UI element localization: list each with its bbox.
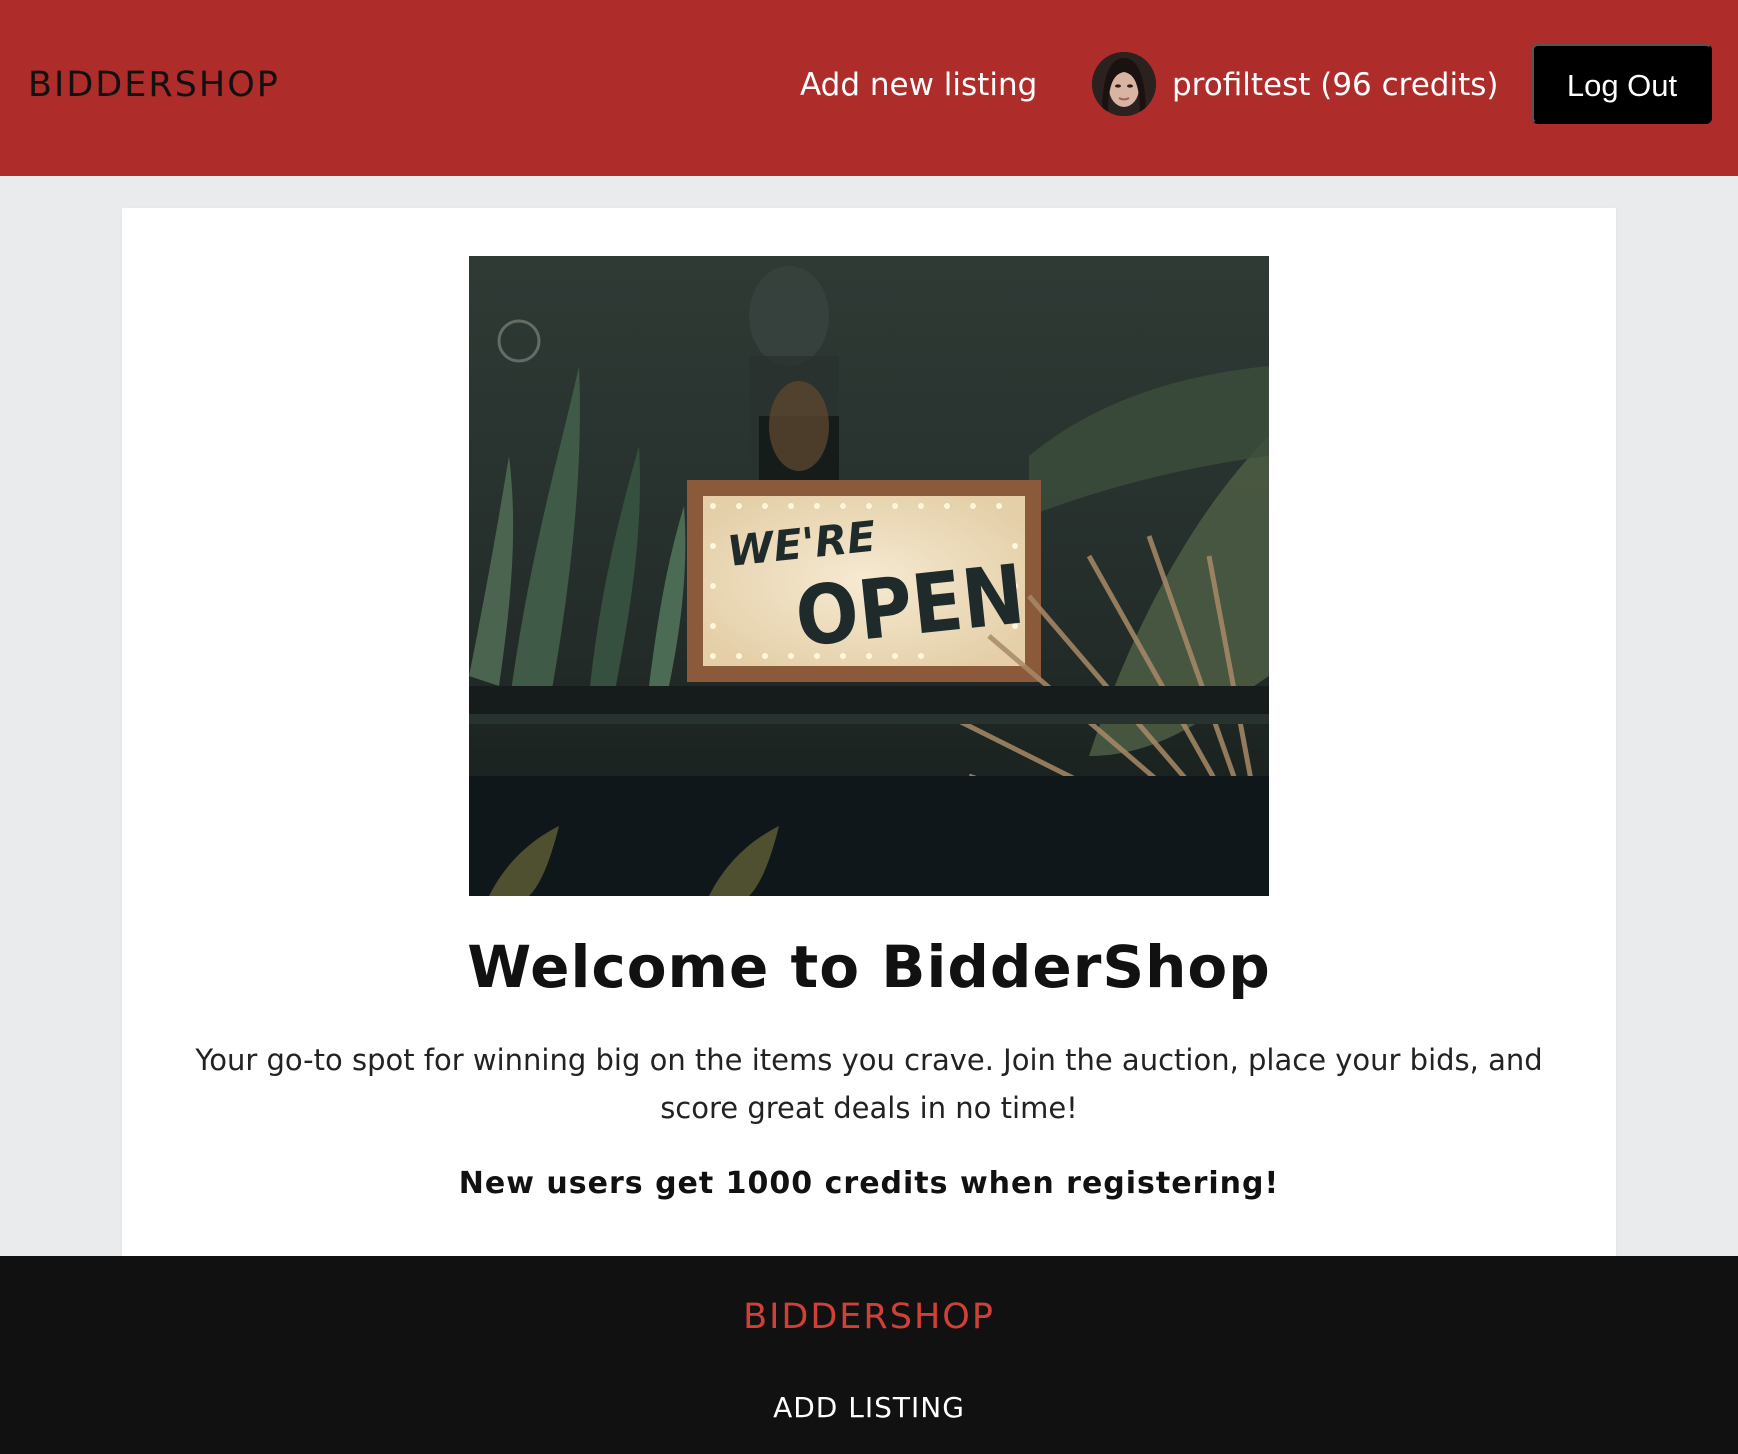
page-title: Welcome to BidderShop (467, 933, 1271, 1001)
page: BIDDERSHOP Add new listing profiltest (9… (0, 0, 1738, 1454)
hero-description: Your go-to spot for winning big on the i… (195, 1043, 1543, 1125)
welcome-card: WE'RE OPEN Welcome to BidderShop Your go… (122, 208, 1616, 1288)
user-avatar[interactable] (1092, 52, 1156, 116)
brand-logo[interactable]: BIDDERSHOP (28, 62, 280, 108)
hero-image: WE'RE OPEN (469, 256, 1269, 896)
avatar-image (1092, 52, 1156, 116)
site-footer: BIDDERSHOP ADD LISTING (0, 1256, 1738, 1454)
user-credits-label[interactable]: profiltest (96 credits) (1172, 64, 1499, 106)
promo-text: New users get 1000 credits when register… (458, 1166, 1280, 1201)
footer-add-listing-link[interactable]: ADD LISTING (0, 1390, 1738, 1426)
add-new-listing-link[interactable]: Add new listing (800, 64, 1037, 106)
footer-brand[interactable]: BIDDERSHOP (0, 1294, 1738, 1340)
open-sign-photo: WE'RE OPEN (469, 256, 1269, 896)
site-header: BIDDERSHOP Add new listing profiltest (9… (0, 0, 1738, 176)
logout-button[interactable]: Log Out (1532, 44, 1712, 124)
